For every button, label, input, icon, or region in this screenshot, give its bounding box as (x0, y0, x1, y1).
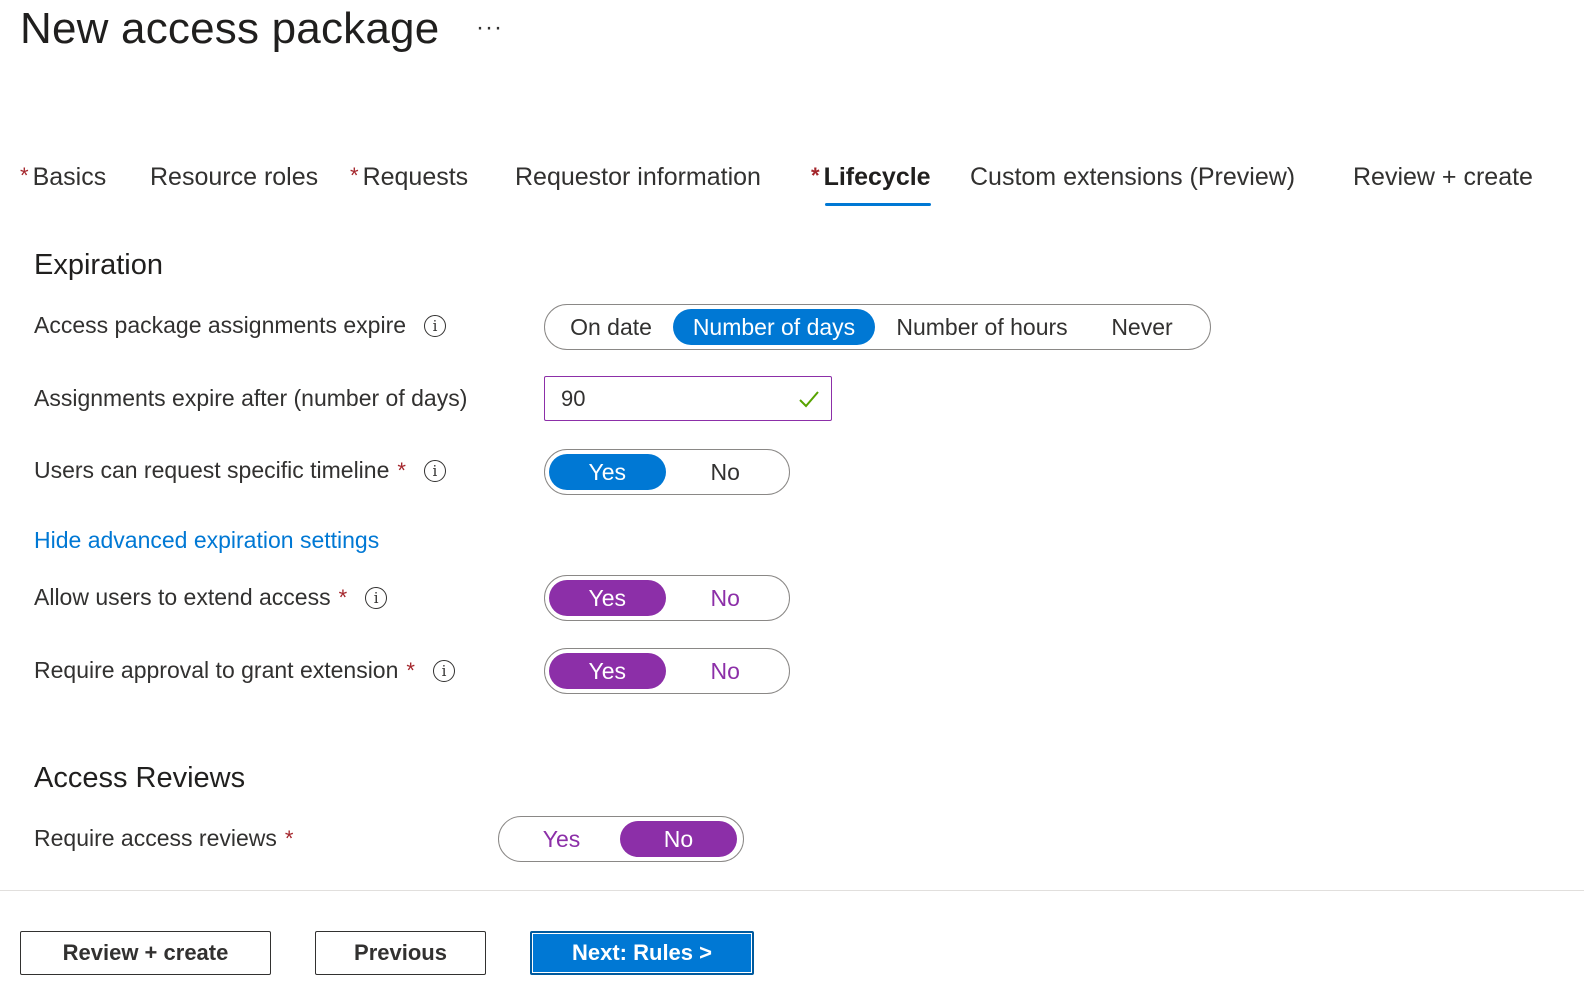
label-text: Require access reviews (34, 825, 277, 851)
expire-after-label: Assignments expire after (number of days… (34, 385, 467, 412)
assignments-expire-label: Access package assignments expire i (34, 312, 447, 339)
required-marker: * (338, 584, 348, 610)
tab-review-create[interactable]: Review + create (1353, 158, 1533, 208)
page-title: New access package (20, 4, 440, 53)
next-rules-button[interactable]: Next: Rules > (530, 931, 754, 975)
option-yes[interactable]: Yes (549, 653, 666, 689)
required-marker: * (350, 163, 359, 188)
tab-label: Requests (362, 163, 469, 191)
option-yes[interactable]: Yes (503, 821, 620, 857)
required-marker: * (20, 163, 29, 188)
required-marker: * (406, 657, 415, 683)
label-text: Allow users to extend access (34, 584, 331, 610)
label-text: Users can request specific timeline (34, 457, 390, 483)
tab-label: Requestor information (515, 163, 761, 191)
require-reviews-toggle: Yes No (498, 816, 744, 862)
more-options-icon[interactable]: ··· (476, 14, 503, 42)
info-icon[interactable]: i (365, 586, 388, 609)
expiration-heading: Expiration (34, 249, 163, 281)
extend-access-toggle: Yes No (544, 575, 790, 621)
label-text: Access package assignments expire (34, 312, 407, 338)
option-yes[interactable]: Yes (549, 580, 666, 616)
tab-label: Resource roles (150, 163, 319, 191)
tab-label: Custom extensions (Preview) (970, 163, 1296, 191)
approval-extension-label: Require approval to grant extension * i (34, 657, 455, 684)
option-number-of-hours[interactable]: Number of hours (875, 309, 1089, 345)
option-no[interactable]: No (666, 653, 785, 689)
active-tab-indicator (825, 203, 931, 206)
wizard-tabs: * Basics Resource roles * Requests Request… (0, 158, 1584, 212)
option-no[interactable]: No (666, 580, 785, 616)
tab-custom-extensions[interactable]: Custom extensions (Preview) (970, 158, 1295, 208)
tab-basics[interactable]: * Basics (20, 158, 106, 208)
option-yes[interactable]: Yes (549, 454, 666, 490)
tab-label: Lifecycle (823, 163, 931, 191)
option-on-date[interactable]: On date (549, 309, 673, 345)
required-marker: * (284, 825, 294, 851)
info-icon[interactable]: i (424, 314, 447, 337)
require-reviews-label: Require access reviews * (34, 825, 293, 852)
tab-label: Review + create (1353, 163, 1533, 191)
required-marker: * (811, 163, 820, 188)
assignments-expire-selector: On date Number of days Number of hours N… (544, 304, 1211, 350)
option-no[interactable]: No (620, 821, 737, 857)
specific-timeline-label: Users can request specific timeline * i (34, 457, 446, 484)
tab-lifecycle[interactable]: * Lifecycle (811, 158, 931, 208)
hide-advanced-settings-link[interactable]: Hide advanced expiration settings (34, 527, 379, 554)
expire-days-field[interactable] (544, 376, 832, 421)
tab-requestor-information[interactable]: Requestor information (515, 158, 761, 208)
label-text: Require approval to grant extension (34, 657, 399, 683)
valid-check-icon (799, 391, 819, 408)
footer-divider (0, 890, 1584, 891)
option-number-of-days[interactable]: Number of days (673, 309, 875, 345)
tab-label: Basics (32, 163, 107, 191)
tab-resource-roles[interactable]: Resource roles (150, 158, 318, 208)
info-icon[interactable]: i (432, 659, 455, 682)
previous-button[interactable]: Previous (315, 931, 486, 975)
label-text: Assignments expire after (number of days… (34, 385, 468, 411)
specific-timeline-toggle: Yes No (544, 449, 790, 495)
info-icon[interactable]: i (423, 459, 446, 482)
option-never[interactable]: Never (1089, 309, 1195, 345)
tab-requests[interactable]: * Requests (350, 158, 468, 208)
extend-access-label: Allow users to extend access * i (34, 584, 388, 611)
approval-extension-toggle: Yes No (544, 648, 790, 694)
option-no[interactable]: No (666, 454, 785, 490)
access-reviews-heading: Access Reviews (34, 762, 246, 794)
review-create-button[interactable]: Review + create (20, 931, 271, 975)
expire-days-input[interactable] (561, 385, 781, 413)
required-marker: * (397, 457, 406, 483)
